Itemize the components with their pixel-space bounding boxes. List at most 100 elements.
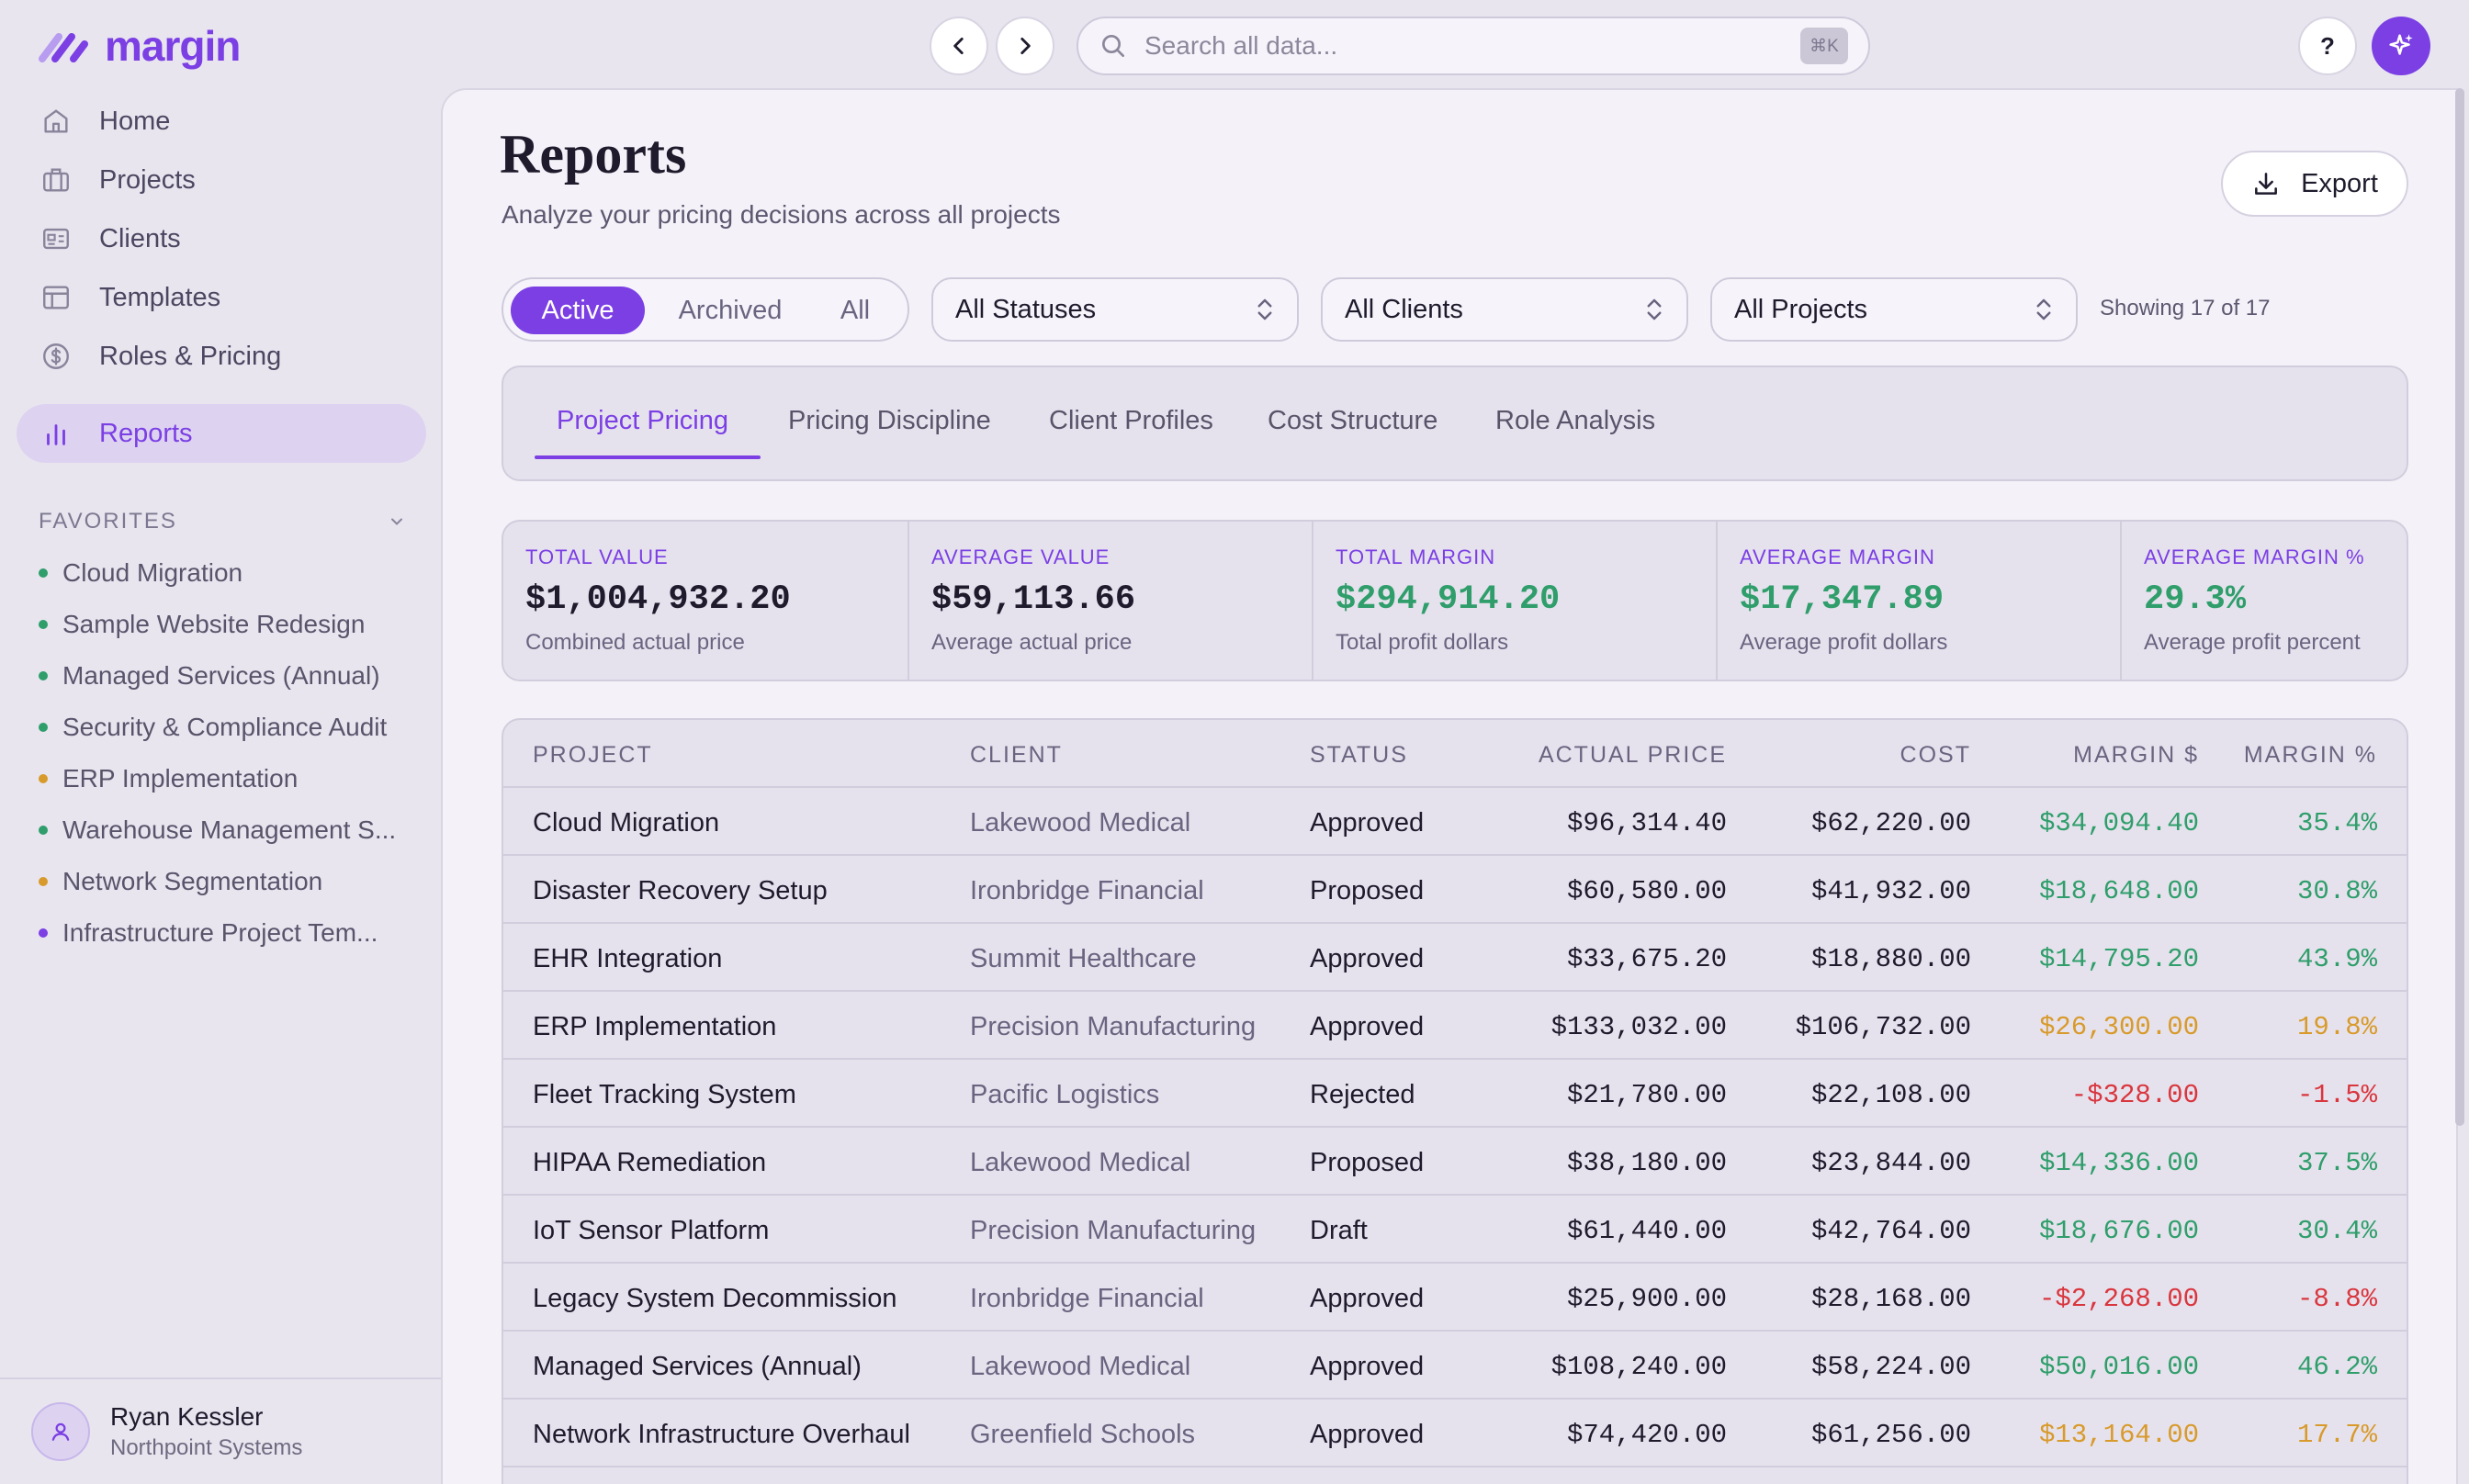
- stat-caption: Combined actual price: [525, 630, 745, 655]
- forward-button[interactable]: [996, 17, 1054, 75]
- client-select-value: All Clients: [1345, 294, 1463, 324]
- table-row[interactable]: ERP Implementation Precision Manufacturin…: [503, 992, 2407, 1060]
- sidebar-item-home[interactable]: Home: [17, 92, 426, 151]
- column-header-actual-price[interactable]: ACTUAL PRICE: [1539, 742, 1727, 769]
- cell-margin-dollars: $26,300.00: [2038, 1012, 2199, 1042]
- segment-active[interactable]: Active: [511, 287, 645, 334]
- column-header-status[interactable]: STATUS: [1310, 742, 1408, 769]
- tab-role-analysis[interactable]: Role Analysis: [1495, 406, 1655, 436]
- summary-stats: TOTAL VALUE $1,004,932.20 Combined actua…: [502, 520, 2408, 681]
- scrollbar[interactable]: [2455, 88, 2464, 1126]
- favorite-item[interactable]: Security & Compliance Audit: [39, 713, 415, 742]
- segment-all[interactable]: All: [814, 287, 896, 334]
- table-row[interactable]: Cloud Migration Lakewood Medical Approved $…: [503, 788, 2407, 856]
- column-header-project[interactable]: PROJECT: [533, 742, 653, 769]
- column-header-margin-pct[interactable]: MARGIN %: [2244, 742, 2377, 769]
- table-row[interactable]: IoT Sensor Platform Precision Manufacturi…: [503, 1196, 2407, 1264]
- download-icon: [2255, 173, 2278, 195]
- cell-margin-dollars: $14,336.00: [2038, 1148, 2199, 1178]
- cell-actual-price: $74,420.00: [1566, 1420, 1727, 1450]
- sidebar-item-projects[interactable]: Projects: [17, 151, 426, 209]
- segment-archived[interactable]: Archived: [656, 287, 805, 334]
- status-dot: [39, 877, 48, 886]
- tab-pricing-discipline[interactable]: Pricing Discipline: [788, 406, 991, 436]
- cell-actual-price: $60,580.00: [1566, 876, 1727, 906]
- favorite-item[interactable]: Sample Website Redesign: [39, 610, 415, 639]
- table-row[interactable]: Fleet Tracking System Pacific Logistics Re…: [503, 1060, 2407, 1128]
- cell-status: Approved: [1310, 944, 1425, 973]
- favorite-item[interactable]: Managed Services (Annual): [39, 661, 415, 691]
- client-select[interactable]: All Clients: [1321, 277, 1688, 342]
- stat-caption: Total profit dollars: [1336, 630, 1509, 655]
- favorites-header[interactable]: FAVORITES: [39, 509, 406, 534]
- cell-project: Cloud Migration: [533, 808, 720, 838]
- chevron-updown-icon: [2036, 298, 2051, 320]
- status-select[interactable]: All Statuses: [931, 277, 1299, 342]
- cell-margin-pct: 30.8%: [2296, 876, 2377, 906]
- ai-assistant-button[interactable]: [2372, 17, 2430, 75]
- user-profile[interactable]: Ryan Kessler Northpoint Systems: [0, 1377, 441, 1484]
- project-pricing-table: PROJECT CLIENT STATUS ACTUAL PRICE COST …: [502, 718, 2408, 1484]
- export-label: Export: [2301, 168, 2378, 198]
- sidebar-item-reports[interactable]: Reports: [17, 404, 426, 463]
- table-row[interactable]: EHR Integration Summit Healthcare Approved…: [503, 924, 2407, 992]
- project-select[interactable]: All Projects: [1710, 277, 2078, 342]
- favorite-item[interactable]: Infrastructure Project Tem...: [39, 918, 415, 948]
- stat-total-value: TOTAL VALUE $1,004,932.20 Combined actua…: [503, 522, 909, 680]
- table-row[interactable]: Disaster Recovery Setup Ironbridge Financ…: [503, 856, 2407, 924]
- report-tabs: Project Pricing Pricing Discipline Clien…: [502, 365, 2408, 481]
- stat-label: TOTAL VALUE: [525, 545, 669, 568]
- table-row[interactable]: Legacy System Decommission Ironbridge Fin…: [503, 1264, 2407, 1332]
- cell-status: Approved: [1310, 1420, 1425, 1449]
- sidebar-item-label: Home: [99, 106, 171, 136]
- table-row[interactable]: Network Infrastructure Overhaul Greenfiel…: [503, 1400, 2407, 1467]
- favorite-label: Security & Compliance Audit: [62, 713, 388, 741]
- help-button[interactable]: ?: [2298, 17, 2357, 75]
- cell-cost: $22,108.00: [1810, 1080, 1971, 1110]
- sidebar-item-roles-pricing[interactable]: Roles & Pricing: [17, 327, 426, 386]
- cell-status: Approved: [1310, 1284, 1425, 1313]
- cell-project: EHR Integration: [533, 944, 723, 973]
- template-icon: [43, 286, 69, 309]
- tab-cost-structure[interactable]: Cost Structure: [1268, 406, 1437, 436]
- favorite-label: Network Segmentation: [62, 867, 323, 895]
- cell-cost: $106,732.00: [1795, 1012, 1971, 1042]
- favorite-item[interactable]: Cloud Migration: [39, 558, 415, 588]
- cell-client: Lakewood Medical: [970, 1148, 1191, 1177]
- stat-label: TOTAL MARGIN: [1336, 545, 1496, 568]
- favorite-label: ERP Implementation: [62, 764, 299, 793]
- favorite-item[interactable]: ERP Implementation: [39, 764, 415, 793]
- search-input[interactable]: [1144, 31, 1800, 61]
- status-dot: [39, 671, 48, 680]
- sidebar: Home Projects Clients Templates Roles & …: [0, 90, 441, 1484]
- stat-value: $294,914.20: [1336, 580, 1561, 619]
- cell-status: Draft: [1310, 1216, 1368, 1245]
- cell-client: Precision Manufacturing: [970, 1012, 1257, 1041]
- column-header-client[interactable]: CLIENT: [970, 742, 1063, 769]
- cell-cost: $62,220.00: [1810, 808, 1971, 838]
- sparkle-icon: [2389, 34, 2413, 55]
- search-bar[interactable]: ⌘K: [1077, 17, 1870, 75]
- table-row[interactable]: HIPAA Remediation Lakewood Medical Propose…: [503, 1128, 2407, 1196]
- logo[interactable]: margin: [37, 20, 241, 72]
- project-select-value: All Projects: [1734, 294, 1868, 324]
- favorite-item[interactable]: Warehouse Management S...: [39, 815, 415, 845]
- column-header-margin-dollars[interactable]: MARGIN $: [2073, 742, 2199, 769]
- home-icon: [44, 109, 68, 133]
- back-button[interactable]: [930, 17, 988, 75]
- export-button[interactable]: Export: [2221, 151, 2408, 217]
- cell-margin-pct: 19.8%: [2296, 1012, 2377, 1042]
- favorite-label: Cloud Migration: [62, 558, 243, 587]
- chevron-updown-icon: [1647, 298, 1662, 320]
- sidebar-item-clients[interactable]: Clients: [17, 209, 426, 268]
- cell-client: Lakewood Medical: [970, 1352, 1191, 1381]
- cell-project: Managed Services (Annual): [533, 1352, 862, 1381]
- table-row[interactable]: Managed Services (Annual) Lakewood Medica…: [503, 1332, 2407, 1400]
- tab-project-pricing[interactable]: Project Pricing: [557, 406, 728, 436]
- favorite-item[interactable]: Network Segmentation: [39, 867, 415, 896]
- tab-client-profiles[interactable]: Client Profiles: [1049, 406, 1213, 436]
- user-org: Northpoint Systems: [110, 1435, 303, 1460]
- sidebar-item-templates[interactable]: Templates: [17, 268, 426, 327]
- column-header-cost[interactable]: COST: [1900, 742, 1971, 769]
- cell-margin-dollars: $50,016.00: [2038, 1352, 2199, 1382]
